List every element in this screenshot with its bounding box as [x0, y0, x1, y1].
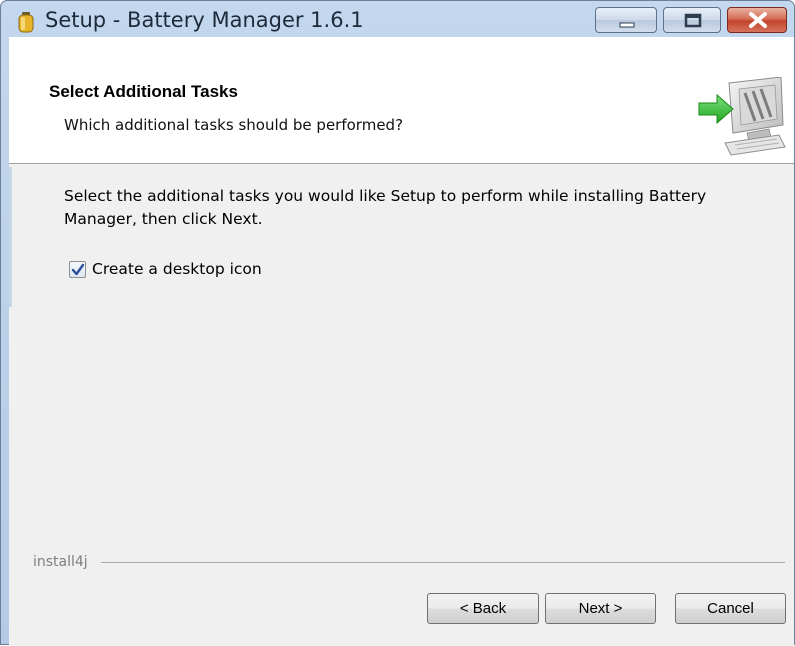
- wizard-client-area: Select Additional Tasks Which additional…: [9, 37, 794, 646]
- left-accent-bar: [9, 167, 12, 307]
- close-icon: [749, 12, 767, 28]
- wizard-header: Select Additional Tasks Which additional…: [9, 37, 794, 164]
- cancel-button[interactable]: Cancel: [675, 593, 786, 624]
- back-button[interactable]: < Back: [427, 593, 539, 624]
- battery-icon: [16, 11, 36, 33]
- minimize-button[interactable]: [595, 7, 657, 33]
- setup-window: Setup - Battery Manager 1.6.1 Select Add…: [0, 0, 795, 646]
- page-title: Select Additional Tasks: [49, 82, 238, 101]
- title-bar[interactable]: Setup - Battery Manager 1.6.1: [1, 1, 794, 37]
- computer-install-arrow-icon: [689, 76, 789, 159]
- desktop-icon-checkbox[interactable]: [69, 260, 86, 278]
- page-subtitle: Which additional tasks should be perform…: [64, 116, 404, 134]
- checkmark-icon: [71, 263, 85, 275]
- footer-divider: [101, 562, 785, 563]
- desktop-icon-checkbox-label[interactable]: Create a desktop icon: [92, 260, 262, 278]
- next-button[interactable]: Next >: [545, 593, 656, 624]
- minimize-icon: [619, 22, 635, 28]
- maximize-button[interactable]: [663, 7, 721, 33]
- window-title: Setup - Battery Manager 1.6.1: [45, 8, 364, 32]
- install4j-brand: install4j: [33, 554, 88, 570]
- maximize-icon: [684, 13, 702, 28]
- instructions-text: Select the additional tasks you would li…: [64, 187, 707, 228]
- close-button[interactable]: [727, 7, 787, 33]
- task-create-desktop-icon[interactable]: Create a desktop icon: [69, 258, 262, 280]
